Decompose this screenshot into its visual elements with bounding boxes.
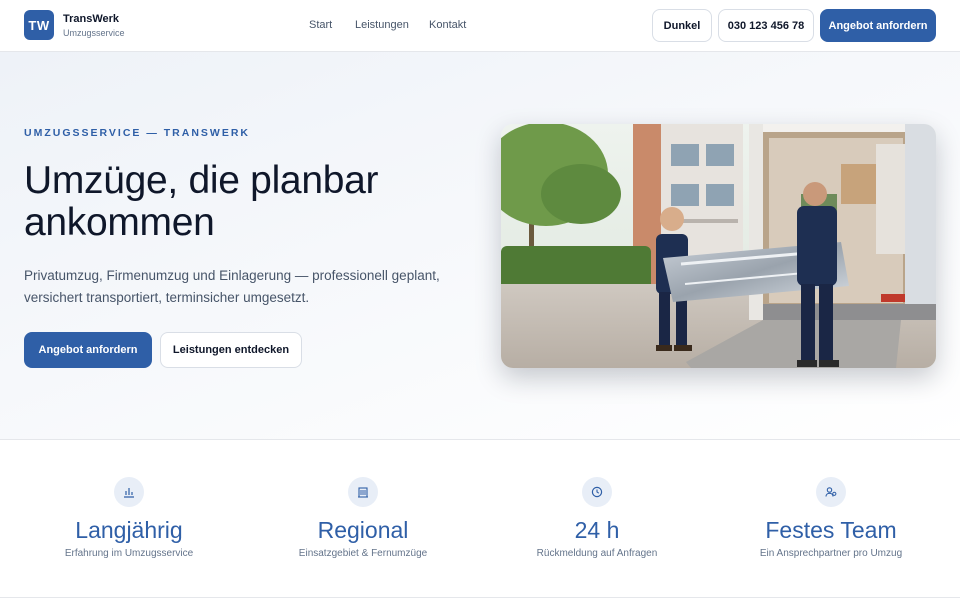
nav-link-leistungen[interactable]: Leistungen xyxy=(355,19,409,31)
stat-value: Festes Team xyxy=(765,517,897,543)
brand-name[interactable]: TransWerk xyxy=(63,13,119,25)
hero-section: UMZUGSSERVICE — TRANSWERK Umzüge, die pl… xyxy=(0,52,960,440)
brand-subtitle: Umzugsservice xyxy=(63,28,125,38)
stat-label: Einsatzgebiet & Fernumzüge xyxy=(298,548,428,559)
hero-photo-movers xyxy=(501,124,936,368)
bar-chart-icon xyxy=(114,477,144,507)
clock-icon xyxy=(582,477,612,507)
hero-description: Privatumzug, Firmenumzug und Einlagerung… xyxy=(24,268,440,305)
stat-value: 24 h xyxy=(574,517,620,543)
nav-link-start[interactable]: Start xyxy=(309,19,332,31)
logo-badge[interactable]: TW xyxy=(24,10,54,40)
section-divider xyxy=(0,597,960,598)
stat-label: Ein Ansprechpartner pro Umzug xyxy=(759,548,903,559)
stat-response-time: 24 h Rückmeldung auf Anfragen xyxy=(482,477,712,559)
request-quote-button[interactable]: Angebot anfordern xyxy=(24,332,152,368)
building-icon xyxy=(348,477,378,507)
phone-button[interactable]: 030 123 456 78 xyxy=(718,9,814,42)
stat-value: Regional xyxy=(317,517,409,543)
nav-link-kontakt[interactable]: Kontakt xyxy=(429,19,466,31)
site-header: TW TransWerk Umzugsservice Start Leistun… xyxy=(0,0,960,52)
stat-label: Erfahrung im Umzugsservice xyxy=(64,548,194,559)
hero-title: Umzüge, die planbar ankommen xyxy=(24,159,379,244)
hero-eyebrow: UMZUGSSERVICE — TRANSWERK xyxy=(24,127,250,139)
stat-experience: Langjährig Erfahrung im Umzugsservice xyxy=(14,477,244,559)
explore-services-button[interactable]: Leistungen entdecken xyxy=(160,332,302,368)
stat-region: Regional Einsatzgebiet & Fernumzüge xyxy=(248,477,478,559)
stat-value: Langjährig xyxy=(75,517,183,543)
request-quote-button-header[interactable]: Angebot anfordern xyxy=(820,9,936,42)
theme-toggle-button[interactable]: Dunkel xyxy=(652,9,712,42)
user-check-icon xyxy=(816,477,846,507)
stat-team: Festes Team Ein Ansprechpartner pro Umzu… xyxy=(716,477,946,559)
stat-label: Rückmeldung auf Anfragen xyxy=(536,548,658,559)
